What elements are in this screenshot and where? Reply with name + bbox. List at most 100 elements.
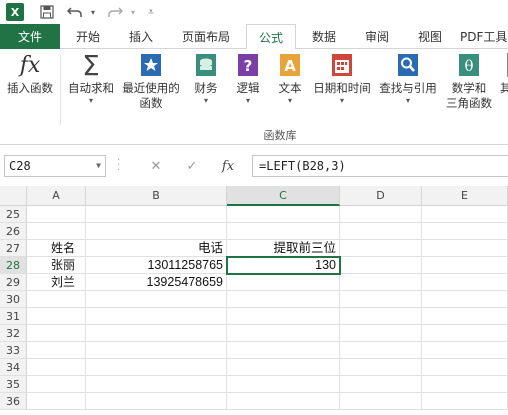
- cell-e-25[interactable]: [422, 206, 508, 223]
- customize-qat-icon[interactable]: ⩡: [144, 2, 158, 22]
- cell-d-27[interactable]: [340, 240, 422, 257]
- cell-c-34[interactable]: [227, 359, 340, 376]
- cell-d-26[interactable]: [340, 223, 422, 240]
- tab-formulas[interactable]: 公式: [246, 24, 296, 50]
- column-header-b[interactable]: B: [86, 186, 227, 206]
- save-icon[interactable]: [36, 2, 58, 22]
- cell-a-25[interactable]: [27, 206, 86, 223]
- cell-e-26[interactable]: [422, 223, 508, 240]
- row-header-31[interactable]: 31: [0, 308, 27, 325]
- lookup-reference-button[interactable]: 查找与引用 ▾: [376, 53, 440, 106]
- cell-a-31[interactable]: [27, 308, 86, 325]
- cell-b-25[interactable]: [86, 206, 227, 223]
- cell-d-36[interactable]: [340, 393, 422, 410]
- cell-c-31[interactable]: [227, 308, 340, 325]
- cell-b-29[interactable]: 13925478659: [86, 274, 227, 291]
- cell-a-27[interactable]: 姓名: [27, 240, 86, 257]
- cell-b-36[interactable]: [86, 393, 227, 410]
- name-box[interactable]: C28 ▼: [4, 155, 106, 177]
- financial-button[interactable]: 财务 ▾: [186, 53, 226, 106]
- tab-view[interactable]: 视图: [404, 24, 456, 49]
- cell-b-26[interactable]: [86, 223, 227, 240]
- cell-b-34[interactable]: [86, 359, 227, 376]
- cell-c-26[interactable]: [227, 223, 340, 240]
- insert-function-icon[interactable]: fx: [210, 155, 246, 177]
- row-header-35[interactable]: 35: [0, 376, 27, 393]
- cell-e-35[interactable]: [422, 376, 508, 393]
- cell-e-34[interactable]: [422, 359, 508, 376]
- enter-icon[interactable]: ✓: [174, 155, 210, 177]
- recently-used-button[interactable]: 最近使用的 函数: [118, 53, 184, 111]
- tab-file[interactable]: 文件: [0, 24, 60, 49]
- formula-bar-resize-handle[interactable]: · · ·: [117, 156, 120, 176]
- cell-d-33[interactable]: [340, 342, 422, 359]
- cell-a-36[interactable]: [27, 393, 86, 410]
- cell-c-27[interactable]: 提取前三位: [227, 240, 340, 257]
- cell-c-29[interactable]: [227, 274, 340, 291]
- select-all-corner[interactable]: [0, 186, 27, 206]
- row-header-34[interactable]: 34: [0, 359, 27, 376]
- cell-b-31[interactable]: [86, 308, 227, 325]
- cell-b-28[interactable]: 13011258765: [86, 257, 227, 274]
- undo-dropdown-icon[interactable]: ▾: [88, 2, 98, 22]
- cell-e-27[interactable]: [422, 240, 508, 257]
- more-functions-button[interactable]: 其: [500, 53, 508, 96]
- cell-e-36[interactable]: [422, 393, 508, 410]
- text-button[interactable]: A 文本 ▾: [270, 53, 310, 106]
- row-header-32[interactable]: 32: [0, 325, 27, 342]
- cell-c-30[interactable]: [227, 291, 340, 308]
- row-header-36[interactable]: 36: [0, 393, 27, 410]
- undo-icon[interactable]: [64, 2, 86, 22]
- selected-cell-c28[interactable]: 130: [226, 256, 341, 275]
- cell-d-35[interactable]: [340, 376, 422, 393]
- cell-a-29[interactable]: 刘兰: [27, 274, 86, 291]
- cell-b-30[interactable]: [86, 291, 227, 308]
- tab-page-layout[interactable]: 页面布局: [170, 24, 242, 49]
- cell-b-33[interactable]: [86, 342, 227, 359]
- cell-b-27[interactable]: 电话: [86, 240, 227, 257]
- cell-a-33[interactable]: [27, 342, 86, 359]
- row-header-33[interactable]: 33: [0, 342, 27, 359]
- cell-d-32[interactable]: [340, 325, 422, 342]
- tab-pdf-tools[interactable]: PDF工具: [460, 24, 508, 49]
- row-header-25[interactable]: 25: [0, 206, 27, 223]
- cell-b-32[interactable]: [86, 325, 227, 342]
- cell-c-36[interactable]: [227, 393, 340, 410]
- cell-d-28[interactable]: [340, 257, 422, 274]
- cancel-icon[interactable]: ✕: [138, 155, 174, 177]
- tab-insert[interactable]: 插入: [116, 24, 166, 49]
- cell-e-28[interactable]: [422, 257, 508, 274]
- cell-d-25[interactable]: [340, 206, 422, 223]
- row-header-28[interactable]: 28: [0, 257, 27, 274]
- logical-button[interactable]: ? 逻辑 ▾: [228, 53, 268, 106]
- cell-a-30[interactable]: [27, 291, 86, 308]
- cell-a-26[interactable]: [27, 223, 86, 240]
- cell-a-34[interactable]: [27, 359, 86, 376]
- cell-c-33[interactable]: [227, 342, 340, 359]
- cell-d-29[interactable]: [340, 274, 422, 291]
- cell-c-25[interactable]: [227, 206, 340, 223]
- cell-e-32[interactable]: [422, 325, 508, 342]
- column-header-d[interactable]: D: [340, 186, 422, 206]
- name-box-dropdown-icon[interactable]: ▼: [96, 156, 101, 176]
- row-header-26[interactable]: 26: [0, 223, 27, 240]
- cell-e-29[interactable]: [422, 274, 508, 291]
- cell-e-30[interactable]: [422, 291, 508, 308]
- formula-input[interactable]: =LEFT(B28,3): [252, 155, 508, 177]
- autosum-button[interactable]: Σ 自动求和 ▾: [64, 49, 118, 106]
- cell-e-31[interactable]: [422, 308, 508, 325]
- cell-a-28[interactable]: 张丽: [27, 257, 86, 274]
- tab-home[interactable]: 开始: [64, 24, 112, 49]
- column-header-c[interactable]: C: [227, 186, 340, 206]
- cell-d-34[interactable]: [340, 359, 422, 376]
- cell-e-33[interactable]: [422, 342, 508, 359]
- cell-a-35[interactable]: [27, 376, 86, 393]
- column-header-e[interactable]: E: [422, 186, 508, 206]
- insert-function-button[interactable]: fx 插入函数: [4, 53, 56, 96]
- date-time-button[interactable]: 日期和时间 ▾: [310, 53, 374, 106]
- redo-icon[interactable]: [104, 2, 126, 22]
- redo-dropdown-icon[interactable]: ▾: [128, 2, 138, 22]
- row-header-29[interactable]: 29: [0, 274, 27, 291]
- cell-a-32[interactable]: [27, 325, 86, 342]
- cell-c-32[interactable]: [227, 325, 340, 342]
